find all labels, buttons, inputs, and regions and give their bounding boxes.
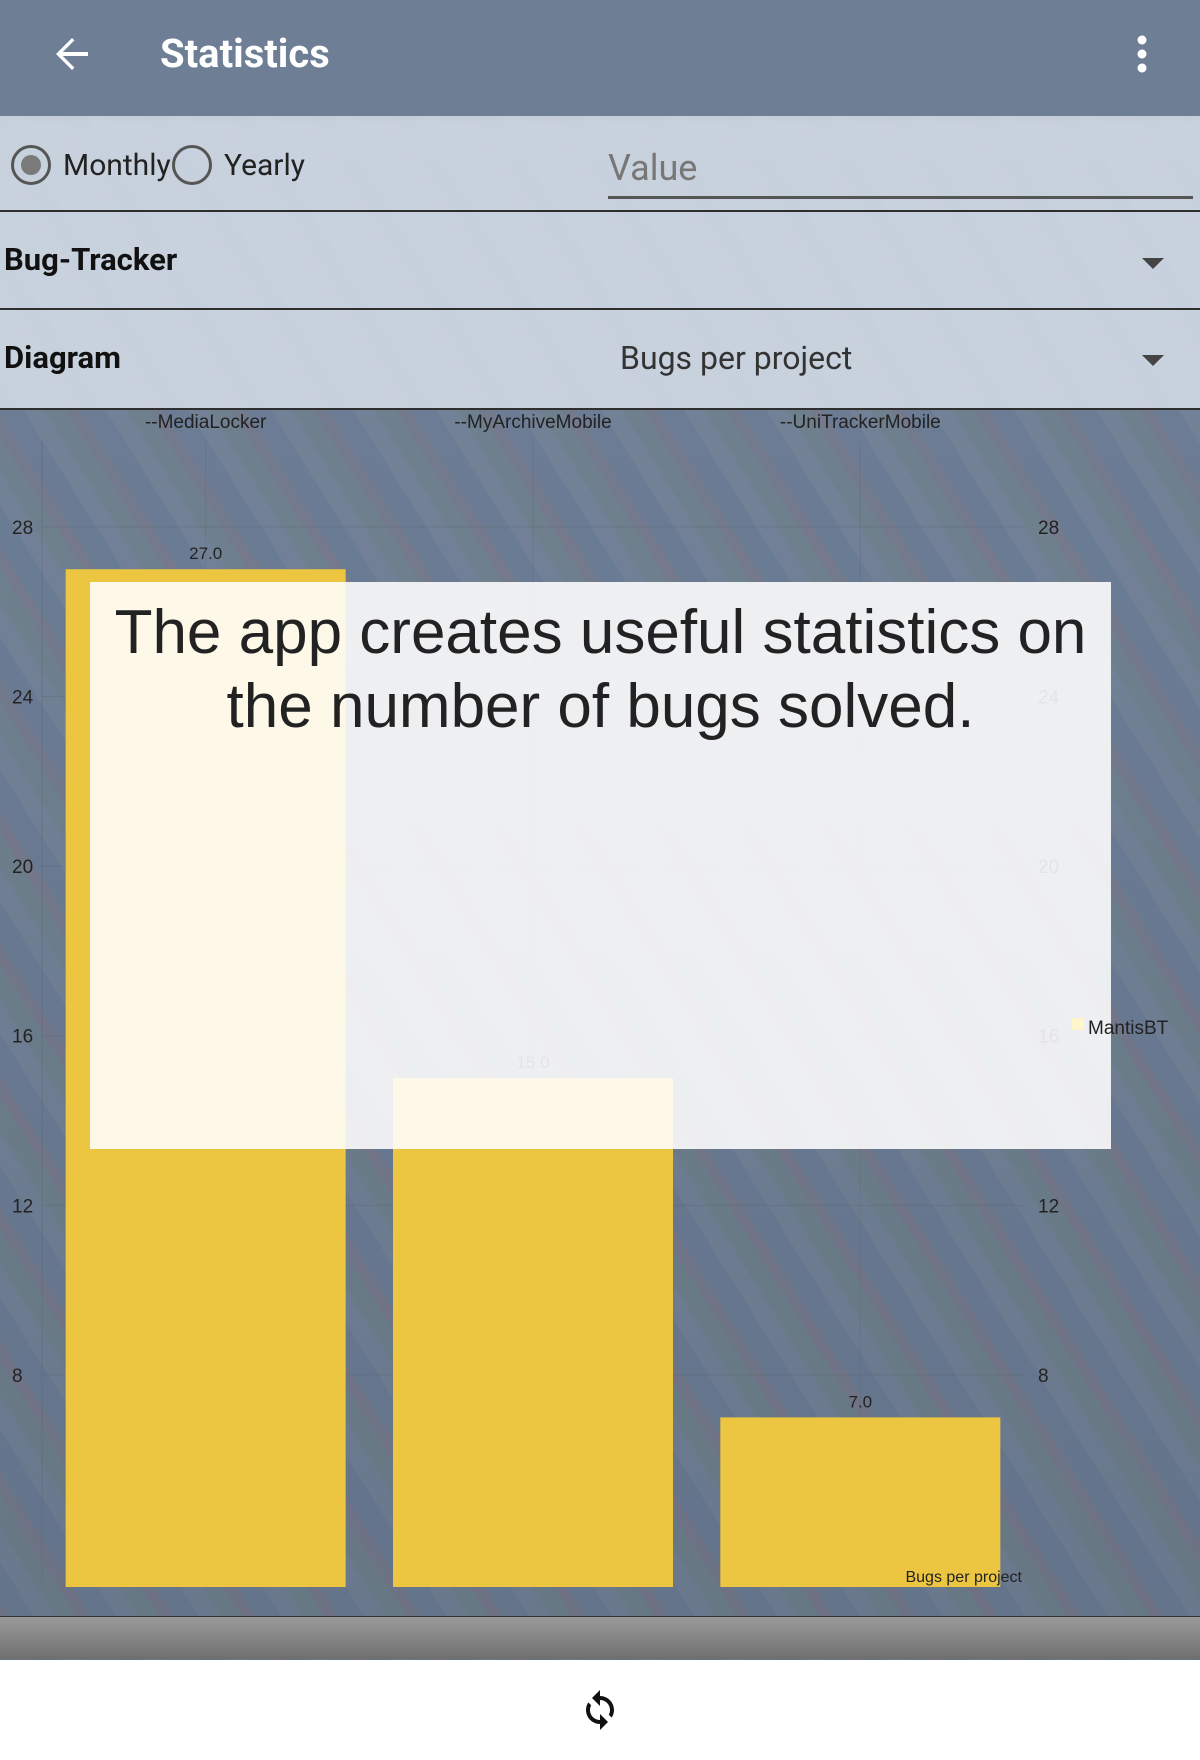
tracker-select-label: Bug-Tracker (4, 241, 178, 278)
bar-value-label: 7.0 (849, 1392, 873, 1411)
radio-yearly-label[interactable]: Yearly (224, 146, 305, 186)
bar (720, 1417, 1001, 1587)
chevron-down-icon (1142, 355, 1164, 366)
page-title: Statistics (160, 30, 330, 77)
bar (393, 1078, 673, 1587)
bottom-shadow-strip (0, 1617, 1200, 1659)
divider (0, 408, 1200, 410)
chevron-down-icon (1142, 258, 1164, 269)
radio-selected-dot (21, 155, 41, 175)
more-vert-icon[interactable] (1122, 30, 1162, 78)
arrow-back-icon[interactable] (48, 30, 96, 78)
diagram-select-value: Bugs per project (620, 339, 853, 377)
x-category-label: --MediaLocker (145, 412, 267, 433)
promo-overlay-text: The app creates useful statistics on the… (114, 598, 1087, 741)
tracker-select[interactable]: Bug-Tracker (0, 212, 1200, 308)
bar-value-label: 27.0 (189, 544, 222, 563)
y-tick-label-left: 12 (12, 1196, 33, 1217)
radio-monthly[interactable] (11, 145, 51, 185)
diagram-select-label: Diagram (4, 339, 121, 376)
x-category-label: --MyArchiveMobile (454, 412, 611, 433)
value-input[interactable] (608, 140, 1193, 199)
diagram-select[interactable]: Diagram Bugs per project (0, 310, 1200, 408)
y-tick-label-right: 8 (1038, 1366, 1049, 1387)
radio-monthly-label[interactable]: Monthly (63, 146, 171, 186)
y-tick-label-right: 28 (1038, 518, 1059, 539)
legend-label: MantisBT (1088, 1018, 1169, 1039)
y-tick-label-right: 12 (1038, 1196, 1059, 1217)
refresh-icon[interactable] (580, 1686, 620, 1734)
y-tick-label-left: 8 (12, 1366, 23, 1387)
statistics-screen: Statistics Monthly Yearly Bug-Tracker Di… (0, 0, 1200, 1760)
legend-swatch (1072, 1018, 1084, 1030)
y-tick-label-left: 24 (12, 687, 34, 708)
y-tick-label-left: 16 (12, 1027, 33, 1048)
x-category-label: --UniTrackerMobile (780, 412, 941, 433)
app-bar: Statistics (0, 0, 1200, 116)
chart-description-label: Bugs per project (905, 1569, 1022, 1586)
radio-yearly[interactable] (172, 145, 212, 185)
y-tick-label-left: 28 (12, 518, 33, 539)
y-tick-label-left: 20 (12, 857, 33, 878)
